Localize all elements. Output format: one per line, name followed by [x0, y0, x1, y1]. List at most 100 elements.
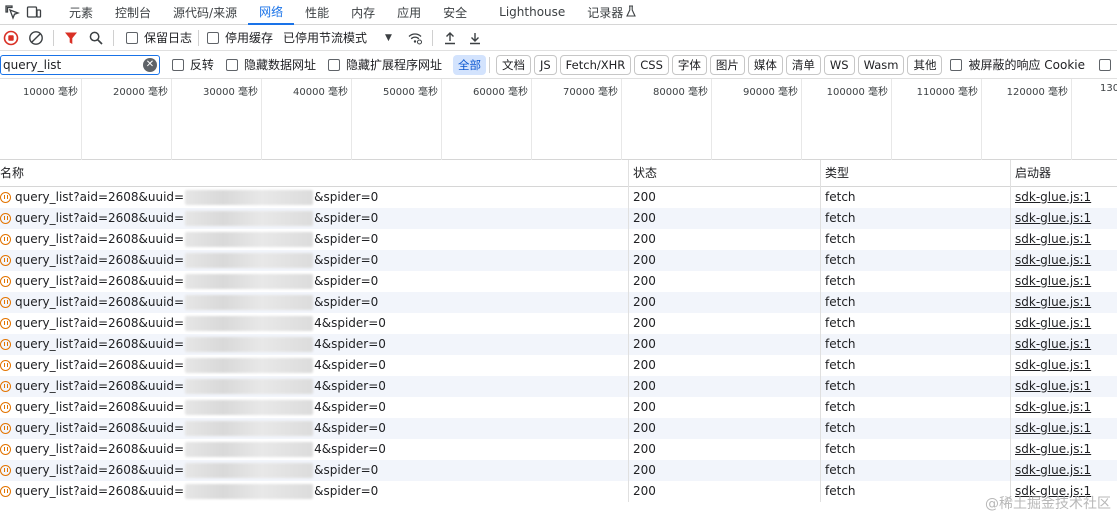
initiator-link[interactable]: sdk-glue.js:1 [1015, 463, 1091, 477]
initiator-cell[interactable]: sdk-glue.js:1 [1011, 313, 1117, 334]
network-conditions-icon[interactable] [404, 27, 426, 49]
request-name-cell[interactable]: query_list?aid=2608&uuid= 4&spider=0 [0, 418, 629, 439]
initiator-cell[interactable]: sdk-glue.js:1 [1011, 397, 1117, 418]
hide-data-urls-checkbox[interactable]: 隐藏数据网址 [225, 56, 316, 73]
search-icon[interactable] [85, 27, 107, 49]
type-filter-manifest[interactable]: 清单 [785, 54, 821, 75]
table-row[interactable]: query_list?aid=2608&uuid= &spider=0 200 … [0, 229, 1117, 250]
table-row[interactable]: query_list?aid=2608&uuid= &spider=0 200 … [0, 187, 1117, 208]
request-name-cell[interactable]: query_list?aid=2608&uuid= 4&spider=0 [0, 334, 629, 355]
request-name-cell[interactable]: query_list?aid=2608&uuid= 4&spider=0 [0, 376, 629, 397]
request-name-cell[interactable]: query_list?aid=2608&uuid= &spider=0 [0, 229, 629, 250]
tab-network[interactable]: 网络 [248, 0, 295, 25]
column-header-initiator[interactable]: 启动器 [1011, 160, 1117, 187]
type-filter-media[interactable]: 媒体 [747, 54, 783, 75]
initiator-cell[interactable]: sdk-glue.js:1 [1011, 250, 1117, 271]
initiator-link[interactable]: sdk-glue.js:1 [1015, 442, 1091, 456]
clear-icon[interactable] [25, 27, 47, 49]
type-filter-wasm[interactable]: Wasm [857, 54, 905, 75]
blocked-cookies-box[interactable] [950, 58, 963, 71]
request-name-cell[interactable]: query_list?aid=2608&uuid= 4&spider=0 [0, 397, 629, 418]
initiator-link[interactable]: sdk-glue.js:1 [1015, 400, 1091, 414]
device-toolbar-icon[interactable] [24, 2, 44, 22]
table-row[interactable]: query_list?aid=2608&uuid= 4&spider=0 200… [0, 355, 1117, 376]
request-name-cell[interactable]: query_list?aid=2608&uuid= 4&spider=0 [0, 355, 629, 376]
table-row[interactable]: query_list?aid=2608&uuid= &spider=0 200 … [0, 460, 1117, 481]
initiator-cell[interactable]: sdk-glue.js:1 [1011, 334, 1117, 355]
hide-extension-urls-checkbox[interactable]: 隐藏扩展程序网址 [327, 56, 442, 73]
initiator-link[interactable]: sdk-glue.js:1 [1015, 337, 1091, 351]
more-filters-box[interactable] [1099, 58, 1111, 71]
initiator-link[interactable]: sdk-glue.js:1 [1015, 421, 1091, 435]
disable-cache-box[interactable] [207, 31, 220, 44]
request-name-cell[interactable]: query_list?aid=2608&uuid= &spider=0 [0, 187, 629, 208]
initiator-cell[interactable]: sdk-glue.js:1 [1011, 376, 1117, 397]
type-filter-font[interactable]: 字体 [671, 54, 707, 75]
clear-filter-icon[interactable]: ✕ [142, 57, 157, 72]
tab-performance[interactable]: 性能 [294, 0, 340, 25]
request-name-cell[interactable]: query_list?aid=2608&uuid= &spider=0 [0, 460, 629, 481]
initiator-link[interactable]: sdk-glue.js:1 [1015, 211, 1091, 225]
tab-lighthouse[interactable]: Lighthouse [488, 0, 576, 25]
import-har-icon[interactable] [439, 27, 461, 49]
throttling-select[interactable]: 已停用节流模式 ▼ [283, 29, 392, 46]
blocked-cookies-checkbox[interactable]: 被屏蔽的响应 Cookie [950, 56, 1085, 73]
table-row[interactable]: query_list?aid=2608&uuid= &spider=0 200 … [0, 250, 1117, 271]
request-name-cell[interactable]: query_list?aid=2608&uuid= 4&spider=0 [0, 313, 629, 334]
tab-console[interactable]: 控制台 [104, 0, 162, 25]
request-name-cell[interactable]: query_list?aid=2608&uuid= 4&spider=0 [0, 439, 629, 460]
request-name-cell[interactable]: query_list?aid=2608&uuid= &spider=0 [0, 481, 629, 502]
type-filter-doc[interactable]: 文档 [495, 54, 531, 75]
initiator-cell[interactable]: sdk-glue.js:1 [1011, 292, 1117, 313]
type-filter-css[interactable]: CSS [634, 54, 669, 75]
filter-input[interactable] [3, 57, 133, 72]
table-row[interactable]: query_list?aid=2608&uuid= 4&spider=0 200… [0, 313, 1117, 334]
type-filter-img[interactable]: 图片 [709, 54, 745, 75]
tab-recorder[interactable]: 记录器 [576, 0, 647, 25]
table-row[interactable]: query_list?aid=2608&uuid= 4&spider=0 200… [0, 376, 1117, 397]
inspect-element-icon[interactable] [2, 2, 22, 22]
preserve-log-checkbox[interactable]: 保留日志 [126, 29, 192, 46]
request-name-cell[interactable]: query_list?aid=2608&uuid= &spider=0 [0, 292, 629, 313]
hide-extension-urls-box[interactable] [327, 58, 340, 71]
more-filters-checkbox[interactable] [1099, 58, 1117, 71]
invert-checkbox[interactable]: 反转 [171, 56, 214, 73]
tab-memory[interactable]: 内存 [340, 0, 386, 25]
initiator-cell[interactable]: sdk-glue.js:1 [1011, 208, 1117, 229]
initiator-cell[interactable]: sdk-glue.js:1 [1011, 418, 1117, 439]
column-header-status[interactable]: 状态 [629, 160, 821, 187]
disable-cache-checkbox[interactable]: 停用缓存 [207, 29, 273, 46]
tab-application[interactable]: 应用 [386, 0, 432, 25]
type-filter-ws[interactable]: WS [823, 54, 855, 75]
invert-box[interactable] [171, 58, 184, 71]
initiator-link[interactable]: sdk-glue.js:1 [1015, 358, 1091, 372]
initiator-link[interactable]: sdk-glue.js:1 [1015, 232, 1091, 246]
table-row[interactable]: query_list?aid=2608&uuid= &spider=0 200 … [0, 271, 1117, 292]
tab-security[interactable]: 安全 [432, 0, 478, 25]
initiator-cell[interactable]: sdk-glue.js:1 [1011, 355, 1117, 376]
request-name-cell[interactable]: query_list?aid=2608&uuid= &spider=0 [0, 250, 629, 271]
table-row[interactable]: query_list?aid=2608&uuid= &spider=0 200 … [0, 481, 1117, 502]
filter-input-wrapper[interactable]: ✕ [0, 54, 160, 75]
request-name-cell[interactable]: query_list?aid=2608&uuid= &spider=0 [0, 208, 629, 229]
column-header-type[interactable]: 类型 [821, 160, 1011, 187]
table-row[interactable]: query_list?aid=2608&uuid= 4&spider=0 200… [0, 334, 1117, 355]
initiator-link[interactable]: sdk-glue.js:1 [1015, 295, 1091, 309]
hide-data-urls-box[interactable] [225, 58, 238, 71]
table-row[interactable]: query_list?aid=2608&uuid= &spider=0 200 … [0, 292, 1117, 313]
initiator-cell[interactable]: sdk-glue.js:1 [1011, 439, 1117, 460]
initiator-cell[interactable]: sdk-glue.js:1 [1011, 271, 1117, 292]
tab-elements[interactable]: 元素 [58, 0, 104, 25]
filter-funnel-icon[interactable] [60, 27, 82, 49]
type-filter-all[interactable]: 全部 [452, 54, 486, 75]
initiator-link[interactable]: sdk-glue.js:1 [1015, 379, 1091, 393]
initiator-cell[interactable]: sdk-glue.js:1 [1011, 460, 1117, 481]
initiator-link[interactable]: sdk-glue.js:1 [1015, 274, 1091, 288]
preserve-log-box[interactable] [126, 31, 138, 44]
column-header-name[interactable]: 名称 [0, 160, 629, 187]
tab-sources[interactable]: 源代码/来源 [162, 0, 248, 25]
stop-recording-icon[interactable] [0, 27, 22, 49]
initiator-cell[interactable]: sdk-glue.js:1 [1011, 187, 1117, 208]
table-row[interactable]: query_list?aid=2608&uuid= 4&spider=0 200… [0, 418, 1117, 439]
initiator-cell[interactable]: sdk-glue.js:1 [1011, 229, 1117, 250]
